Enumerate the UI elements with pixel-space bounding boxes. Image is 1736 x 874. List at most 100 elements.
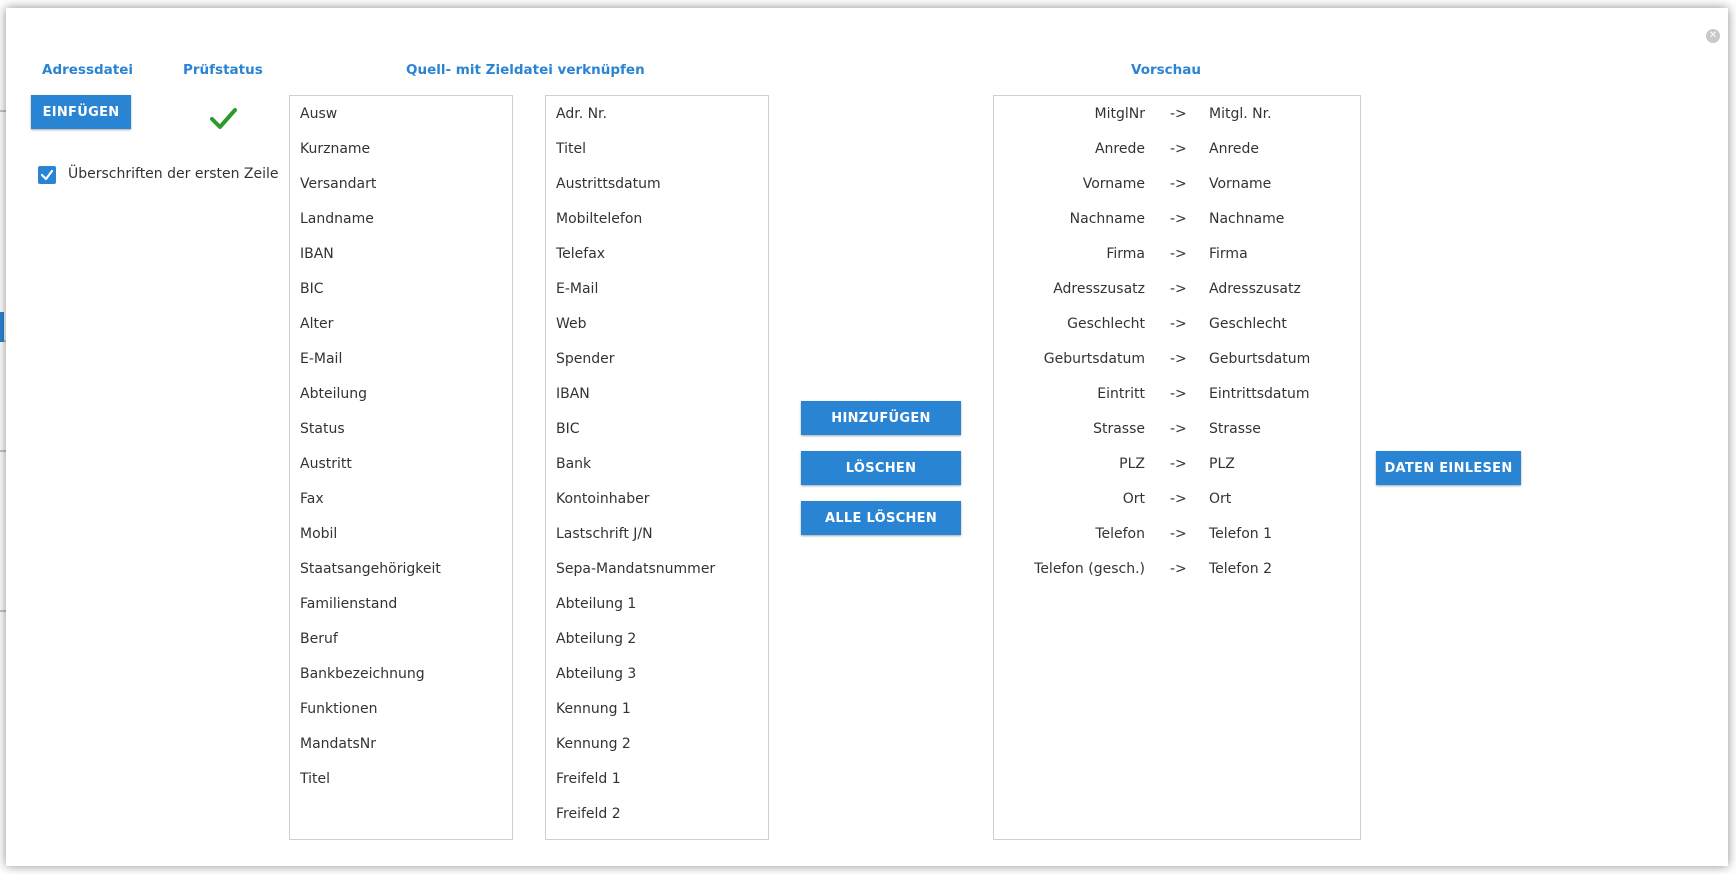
preview-mapping-list[interactable]: MitglNr -> Mitgl. Nr. Anrede -> Anrede Vorname… [993,95,1361,840]
list-item[interactable]: E-Mail [556,281,598,297]
preview-source-field: Geburtsdatum [1043,351,1145,367]
list-item[interactable]: Abteilung [300,386,367,402]
list-item[interactable]: Titel [556,141,586,157]
preview-row[interactable]: Nachname -> Nachname [994,211,1360,231]
list-item[interactable]: Freifeld 2 [556,806,621,822]
preview-row[interactable]: Adresszusatz -> Adresszusatz [994,281,1360,301]
list-item[interactable]: IBAN [556,386,590,402]
preview-arrow: -> [1170,106,1187,122]
preview-target-field: Firma [1209,246,1248,262]
preview-target-field: Geburtsdatum [1209,351,1311,367]
preview-row[interactable]: Geburtsdatum -> Geburtsdatum [994,351,1360,371]
source-field-list[interactable]: Ausw Kurzname Versandart Landname IBAN BIC Alt… [289,95,513,840]
list-item[interactable]: Kurzname [300,141,370,157]
target-field-list[interactable]: Adr. Nr. Titel Austrittsdatum Mobiltelefon T… [545,95,769,840]
link-heading: Quell- mit Zieldatei verknüpfen [406,62,645,78]
list-item[interactable]: BIC [300,281,324,297]
preview-source-field: Telefon (gesch.) [1034,561,1145,577]
vorschau-heading: Vorschau [1131,62,1202,78]
adressdatei-heading: Adressdatei [42,62,134,78]
list-item[interactable]: Bankbezeichnung [300,666,425,682]
list-item[interactable]: Status [300,421,345,437]
list-item[interactable]: Landname [300,211,374,227]
list-item[interactable]: Spender [556,351,615,367]
list-item[interactable]: Bank [556,456,591,472]
preview-target-field: Telefon 1 [1209,526,1273,542]
list-item[interactable]: Alter [300,316,333,332]
list-item[interactable]: Abteilung 2 [556,631,636,647]
hinzufuegen-button[interactable]: HINZUFÜGEN [801,401,961,435]
preview-row[interactable]: Anrede -> Anrede [994,141,1360,161]
list-item[interactable]: Staatsangehörigkeit [300,561,441,577]
preview-source-field: Anrede [1094,141,1145,157]
list-item[interactable]: Funktionen [300,701,377,717]
list-item[interactable]: Sepa-Mandatsnummer [556,561,715,577]
preview-source-field: Nachname [1069,211,1145,227]
list-item[interactable]: IBAN [300,246,334,262]
alle-loeschen-button[interactable]: ALLE LÖSCHEN [801,501,961,535]
preview-source-field: Vorname [1082,176,1145,192]
pruefstatus-heading: Prüfstatus [183,62,263,78]
preview-target-field: Ort [1209,491,1232,507]
daten-einlesen-button[interactable]: DATEN EINLESEN [1376,451,1521,485]
list-item[interactable]: Kennung 1 [556,701,631,717]
headers-first-row-checkbox[interactable] [38,166,56,184]
preview-row[interactable]: Strasse -> Strasse [994,421,1360,441]
preview-row[interactable]: Vorname -> Vorname [994,176,1360,196]
preview-arrow: -> [1170,141,1187,157]
list-item[interactable]: Titel [300,771,330,787]
loeschen-button[interactable]: LÖSCHEN [801,451,961,485]
list-item[interactable]: Mobil [300,526,337,542]
list-item[interactable]: Versandart [300,176,376,192]
list-item[interactable]: Ausw [300,106,337,122]
preview-source-field: PLZ [1119,456,1145,472]
preview-row[interactable]: Ort -> Ort [994,491,1360,511]
close-icon[interactable]: ✕ [1706,29,1720,43]
import-dialog: ✕ Adressdatei Prüfstatus Quell- mit Ziel… [6,8,1728,866]
preview-row[interactable]: Telefon -> Telefon 1 [994,526,1360,546]
preview-row[interactable]: Geschlecht -> Geschlecht [994,316,1360,336]
checkmark-icon [40,169,54,181]
list-item[interactable]: Abteilung 3 [556,666,636,682]
list-item[interactable]: Fax [300,491,324,507]
list-item[interactable]: Freifeld 1 [556,771,621,787]
list-item[interactable]: Austrittsdatum [556,176,661,192]
preview-row[interactable]: MitglNr -> Mitgl. Nr. [994,106,1360,126]
preview-row[interactable]: Eintritt -> Eintrittsdatum [994,386,1360,406]
preview-source-field: Strasse [1093,421,1145,437]
preview-target-field: Nachname [1209,211,1285,227]
list-item[interactable]: Web [556,316,587,332]
preview-arrow: -> [1170,176,1187,192]
list-item[interactable]: BIC [556,421,580,437]
check-icon [210,108,237,129]
list-item[interactable]: Kennung 2 [556,736,631,752]
preview-row[interactable]: Telefon (gesch.) -> Telefon 2 [994,561,1360,581]
list-item[interactable]: Beruf [300,631,338,647]
headers-first-row-label: Überschriften der ersten Zeile [68,166,279,182]
list-item[interactable]: Kontoinhaber [556,491,649,507]
list-item[interactable]: Familienstand [300,596,397,612]
preview-arrow: -> [1170,351,1187,367]
preview-row[interactable]: Firma -> Firma [994,246,1360,266]
preview-target-field: Geschlecht [1209,316,1287,332]
preview-source-field: Geschlecht [1067,316,1145,332]
preview-target-field: Vorname [1209,176,1272,192]
preview-source-field: Telefon [1095,526,1145,542]
preview-source-field: Ort [1122,491,1145,507]
list-item[interactable]: Adr. Nr. [556,106,607,122]
preview-target-field: Eintrittsdatum [1209,386,1310,402]
list-item[interactable]: Abteilung 1 [556,596,636,612]
background-accent [0,312,4,342]
list-item[interactable]: E-Mail [300,351,342,367]
list-item[interactable]: Telefax [556,246,605,262]
list-item[interactable]: Lastschrift J/N [556,526,653,542]
list-item[interactable]: Mobiltelefon [556,211,642,227]
list-item[interactable]: Austritt [300,456,352,472]
preview-target-field: Strasse [1209,421,1261,437]
preview-row[interactable]: PLZ -> PLZ [994,456,1360,476]
preview-arrow: -> [1170,526,1187,542]
list-item[interactable]: MandatsNr [300,736,376,752]
preview-arrow: -> [1170,281,1187,297]
einfuegen-button[interactable]: EINFÜGEN [31,95,131,129]
preview-arrow: -> [1170,386,1187,402]
